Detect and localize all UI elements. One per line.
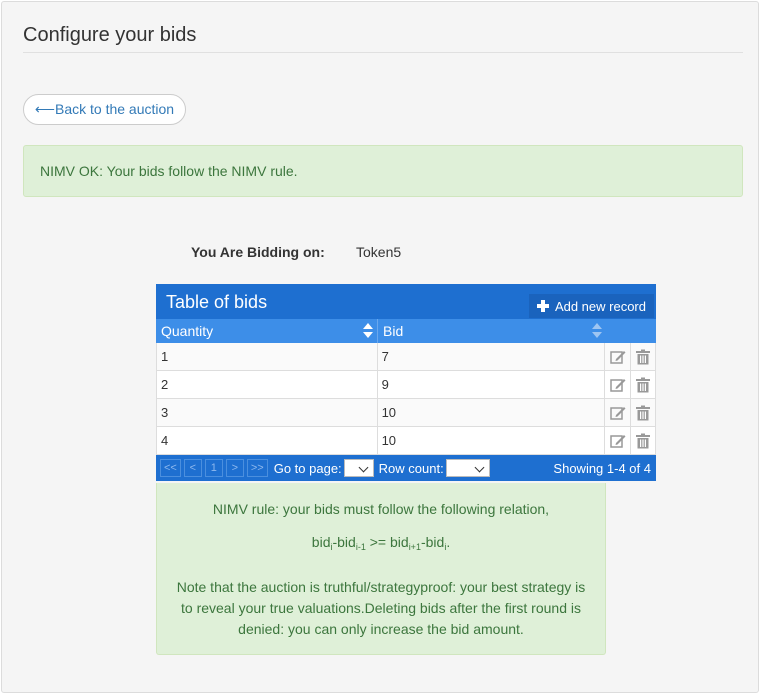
trash-icon (636, 405, 651, 420)
edit-icon (609, 434, 626, 448)
row-count-label: Row count: (378, 460, 444, 476)
nimv-status-text: NIMV OK: Your bids follow the NIMV rule. (40, 163, 298, 179)
bids-table: Table of bids Add new record Quantity Bi… (156, 284, 656, 481)
bidding-on-value: Token5 (356, 244, 402, 260)
bid-cell: 10 (378, 399, 606, 426)
quantity-cell: 1 (157, 343, 378, 370)
bidding-on-label: You Are Bidding on: (191, 244, 325, 260)
prev-page-button[interactable]: < (183, 459, 202, 477)
table-title: Table of bids (166, 292, 268, 312)
column-header-bid[interactable]: Bid (378, 319, 606, 343)
table-row: 1 7 (156, 343, 656, 371)
table-row: 4 10 (156, 427, 656, 455)
quantity-cell: 3 (157, 399, 378, 426)
trash-icon (636, 433, 651, 448)
next-page-button[interactable]: > (225, 459, 244, 477)
column-label-bid: Bid (383, 323, 404, 339)
bid-cell: 9 (378, 371, 606, 398)
table-body: 1 7 2 9 3 10 4 10 (156, 343, 656, 455)
column-header-actions (606, 319, 656, 343)
last-page-button[interactable]: >> (246, 459, 268, 477)
sort-icon (592, 323, 602, 339)
first-page-button[interactable]: << (160, 459, 181, 477)
nimv-rule-line: NIMV rule: your bids must follow the fol… (212, 501, 550, 517)
table-header: Table of bids Add new record (156, 284, 656, 319)
trash-icon (636, 349, 651, 364)
edit-icon (609, 406, 626, 420)
table-pager: << < 1 > >> Go to page: Row count: Showi… (156, 455, 656, 481)
edit-row-button[interactable] (605, 399, 632, 426)
delete-row-button[interactable] (631, 371, 655, 398)
title-divider (23, 52, 743, 53)
add-new-record-label: Add new record (554, 298, 646, 314)
table-row: 2 9 (156, 371, 656, 399)
edit-icon (609, 378, 626, 392)
truthful-note: Note that the auction is truthful/strate… (176, 579, 586, 637)
trash-icon (636, 377, 651, 392)
delete-row-button[interactable] (631, 399, 655, 426)
nimv-rule-note: NIMV rule: your bids must follow the fol… (156, 483, 606, 655)
page-1-button[interactable]: 1 (204, 459, 223, 477)
goto-page-label: Go to page: (273, 460, 342, 476)
edit-row-button[interactable] (605, 371, 632, 398)
page-title: Configure your bids (23, 24, 197, 46)
showing-count: Showing 1-4 of 4 (553, 461, 651, 476)
table-row: 3 10 (156, 399, 656, 427)
nimv-status-alert: NIMV OK: Your bids follow the NIMV rule. (23, 145, 743, 197)
back-to-auction-button[interactable]: ⟵Back to the auction (23, 94, 186, 125)
bid-cell: 7 (378, 343, 606, 370)
column-label-quantity: Quantity (161, 323, 214, 339)
quantity-cell: 2 (157, 371, 378, 398)
goto-page-select[interactable] (343, 459, 374, 477)
delete-row-button[interactable] (631, 427, 655, 454)
edit-row-button[interactable] (605, 427, 632, 454)
delete-row-button[interactable] (631, 343, 655, 370)
bid-cell: 10 (378, 427, 606, 454)
column-headers: Quantity Bid (156, 319, 656, 343)
plus-icon (536, 300, 549, 312)
edit-icon (609, 350, 626, 364)
quantity-cell: 4 (157, 427, 378, 454)
nimv-formula: bidi-bidi-1 >= bidi+1-bidi. (311, 534, 451, 552)
row-count-select[interactable] (445, 459, 490, 477)
sort-icon (363, 323, 373, 339)
edit-row-button[interactable] (605, 343, 632, 370)
column-header-quantity[interactable]: Quantity (156, 319, 378, 343)
add-new-record-button[interactable]: Add new record (528, 294, 654, 318)
